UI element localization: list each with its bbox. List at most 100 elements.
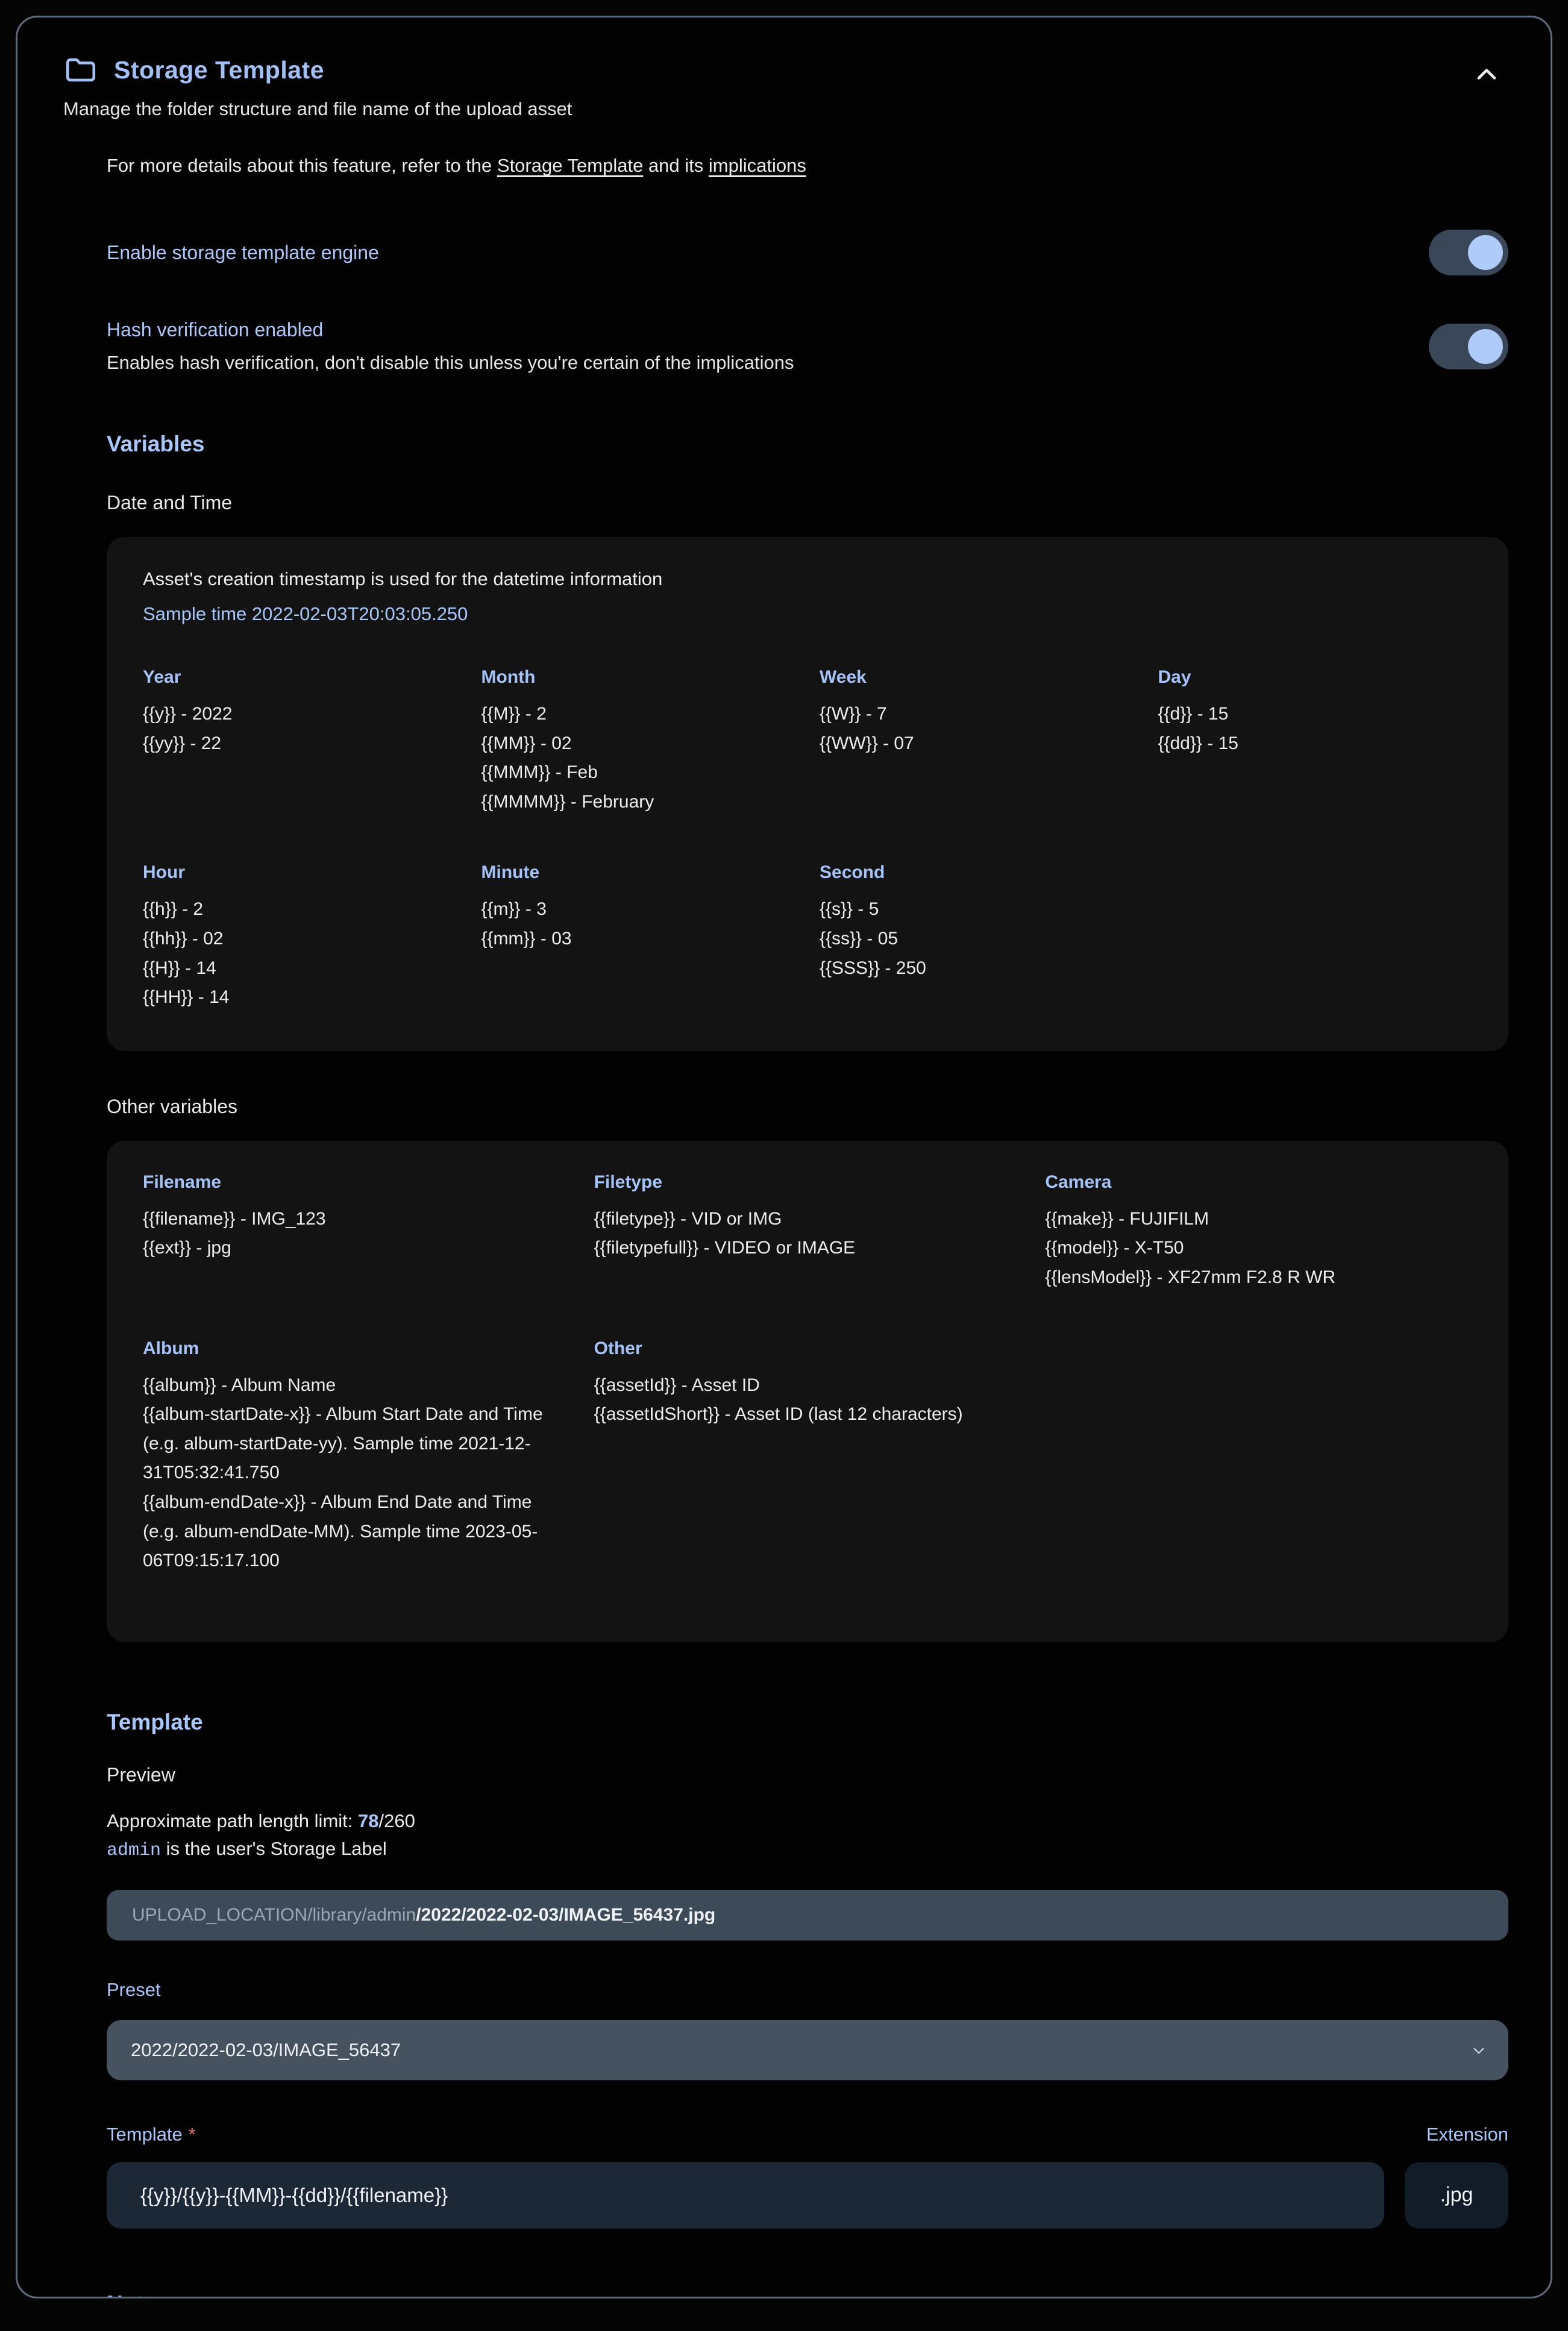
path-preview-field: UPLOAD_LOCATION/library/admin/2022/2022-… [107, 1890, 1508, 1940]
variable-line: {{H}} - 14 [143, 954, 457, 984]
variable-line: {{WW}} - 07 [820, 729, 1134, 759]
variable-line: {{assetId}} - Asset ID [594, 1371, 1021, 1401]
storage-template-card: Storage Template Manage the folder struc… [16, 16, 1552, 2298]
card-subtitle: Manage the folder structure and file nam… [45, 98, 1523, 120]
toggle-row-storage-engine: Enable storage template engine [107, 230, 1508, 275]
variables-heading: Variables [107, 431, 1508, 457]
hash-verification-description: Enables hash verification, don't disable… [107, 352, 794, 374]
storage-label-text: is the user's Storage Label [161, 1838, 387, 1859]
storage-template-doc-link[interactable]: Storage Template [497, 155, 643, 176]
variable-line: {{mm}} - 03 [481, 924, 796, 954]
variable-group-title: Day [1158, 667, 1473, 688]
other-variables-label: Other variables [107, 1096, 1508, 1118]
variable-group: Filetype {{filetype}} - VID or IMG{{filet… [594, 1172, 1021, 1293]
variable-line: {{album}} - Album Name [143, 1371, 570, 1401]
page-title: Storage Template [114, 56, 324, 84]
path-limit-suffix: /260 [378, 1810, 415, 1831]
variable-line: {{filetypefull}} - VIDEO or IMAGE [594, 1234, 1021, 1263]
variable-line: {{hh}} - 02 [143, 924, 457, 954]
variable-line: {{yy}} - 22 [143, 729, 457, 759]
variable-group-title: Other [594, 1338, 1021, 1359]
variable-line: {{M}} - 2 [481, 700, 796, 729]
variable-group-title: Camera [1045, 1172, 1472, 1193]
intro-prefix: For more details about this feature, ref… [107, 155, 497, 176]
variable-line: {{dd}} - 15 [1158, 729, 1473, 759]
folder-icon [63, 52, 98, 87]
notes-heading: Notes [107, 2291, 1508, 2298]
variable-group-title: Album [143, 1338, 570, 1359]
hash-verification-toggle[interactable] [1429, 324, 1508, 369]
datetime-label: Date and Time [107, 492, 1508, 514]
variable-line: {{HH}} - 14 [143, 983, 457, 1012]
datetime-variables-panel: Asset's creation timestamp is used for t… [107, 537, 1508, 1051]
variable-group: Week{{W}} - 7{{WW}} - 07 [820, 667, 1134, 817]
variable-line: {{filename}} - IMG_123 [143, 1205, 570, 1234]
variable-group: Hour {{h}} - 2{{hh}} - 02{{H}} - 14{{HH}}… [143, 862, 457, 1012]
variable-line: {{make}} - FUJIFILM [1045, 1205, 1472, 1234]
path-limit-prefix: Approximate path length limit: [107, 1810, 358, 1831]
variable-line: {{MM}} - 02 [481, 729, 796, 759]
collapse-button[interactable] [1471, 58, 1502, 90]
implications-doc-link[interactable]: implications [709, 155, 806, 176]
variable-group-title: Filetype [594, 1172, 1021, 1193]
variable-group-title: Hour [143, 862, 457, 883]
chevron-up-icon [1471, 58, 1502, 90]
variable-group: Filename {{filename}} - IMG_123{{ext}} - … [143, 1172, 570, 1293]
path-limit-value: 78 [358, 1810, 378, 1831]
variable-line: {{MMMM}} - February [481, 788, 796, 817]
preview-label: Preview [107, 1764, 1508, 1786]
variable-line: {{d}} - 15 [1158, 700, 1473, 729]
variable-group: Album{{album}} - Album Name{{album-start… [143, 1338, 570, 1576]
variable-line: {{lensModel}} - XF27mm F2.8 R WR [1045, 1263, 1472, 1293]
toggle-knob [1468, 329, 1503, 364]
variable-line: {{m}} - 3 [481, 895, 796, 924]
datetime-note: Asset's creation timestamp is used for t… [143, 568, 1472, 590]
required-marker: * [189, 2124, 196, 2145]
intro-middle: and its [643, 155, 709, 176]
variable-line: {{h}} - 2 [143, 895, 457, 924]
card-header: Storage Template Manage the folder struc… [45, 52, 1523, 120]
variable-line: {{SSS}} - 250 [820, 954, 1134, 984]
template-inputs-row: .jpg [107, 2162, 1508, 2229]
other-variables-panel: Filename {{filename}} - IMG_123{{ext}} - … [107, 1141, 1508, 1642]
card-content: For more details about this feature, ref… [107, 155, 1508, 2298]
template-heading: Template [107, 1710, 1508, 1735]
extension-label: Extension [1426, 2124, 1508, 2145]
storage-label-line: admin is the user's Storage Label [107, 1838, 1508, 1861]
template-field-labels: Template * Extension [107, 2124, 1508, 2145]
storage-engine-toggle[interactable] [1429, 230, 1508, 275]
variable-line: {{s}} - 5 [820, 895, 1134, 924]
toggle-text-storage-engine: Enable storage template engine [107, 242, 379, 264]
variable-line: {{filetype}} - VID or IMG [594, 1205, 1021, 1234]
variable-group-title: Year [143, 667, 457, 688]
variable-line: {{model}} - X-T50 [1045, 1234, 1472, 1263]
preset-select[interactable]: 2022/2022-02-03/IMAGE_56437 [107, 2020, 1508, 2080]
variable-group-title: Month [481, 667, 796, 688]
variable-group-title: Filename [143, 1172, 570, 1193]
variable-line: {{album-endDate-x}} - Album End Date and… [143, 1488, 570, 1576]
variable-line: {{ext}} - jpg [143, 1234, 570, 1263]
preset-selected-value: 2022/2022-02-03/IMAGE_56437 [131, 2039, 401, 2061]
variable-group: Day {{d}} - 15{{dd}} - 15 [1158, 667, 1473, 817]
toggle-knob [1468, 235, 1503, 270]
variable-group: Second{{s}} - 5{{ss}} - 05{{SSS}} - 250 [820, 862, 1134, 1012]
variable-group: Month {{M}} - 2{{MM}} - 02{{MMM}} - Feb{{… [481, 667, 796, 817]
hash-verification-toggle-label: Hash verification enabled [107, 319, 794, 341]
variable-line: {{y}} - 2022 [143, 700, 457, 729]
path-suffix: /2022/2022-02-03/IMAGE_56437.jpg [416, 1905, 715, 1925]
toggle-text-hash-verification: Hash verification enabled Enables hash v… [107, 319, 794, 374]
toggle-row-hash-verification: Hash verification enabled Enables hash v… [107, 319, 1508, 374]
variable-group-title: Week [820, 667, 1134, 688]
other-variable-grid: Filename {{filename}} - IMG_123{{ext}} - … [143, 1172, 1472, 1576]
variable-group: Camera {{make}} - FUJIFILM{{model}} - X-T… [1045, 1172, 1472, 1293]
template-label-text: Template [107, 2124, 183, 2145]
template-input[interactable] [107, 2162, 1384, 2229]
extension-value-box: .jpg [1405, 2162, 1508, 2229]
variable-line: {{MMM}} - Feb [481, 758, 796, 788]
path-length-limit: Approximate path length limit: 78/260 [107, 1810, 1508, 1832]
variable-group: Year {{y}} - 2022{{yy}} - 22 [143, 667, 457, 817]
path-prefix: UPLOAD_LOCATION/library/admin [132, 1905, 416, 1925]
template-input-label: Template * [107, 2124, 196, 2145]
storage-engine-toggle-label: Enable storage template engine [107, 242, 379, 264]
intro-text: For more details about this feature, ref… [107, 155, 1508, 177]
